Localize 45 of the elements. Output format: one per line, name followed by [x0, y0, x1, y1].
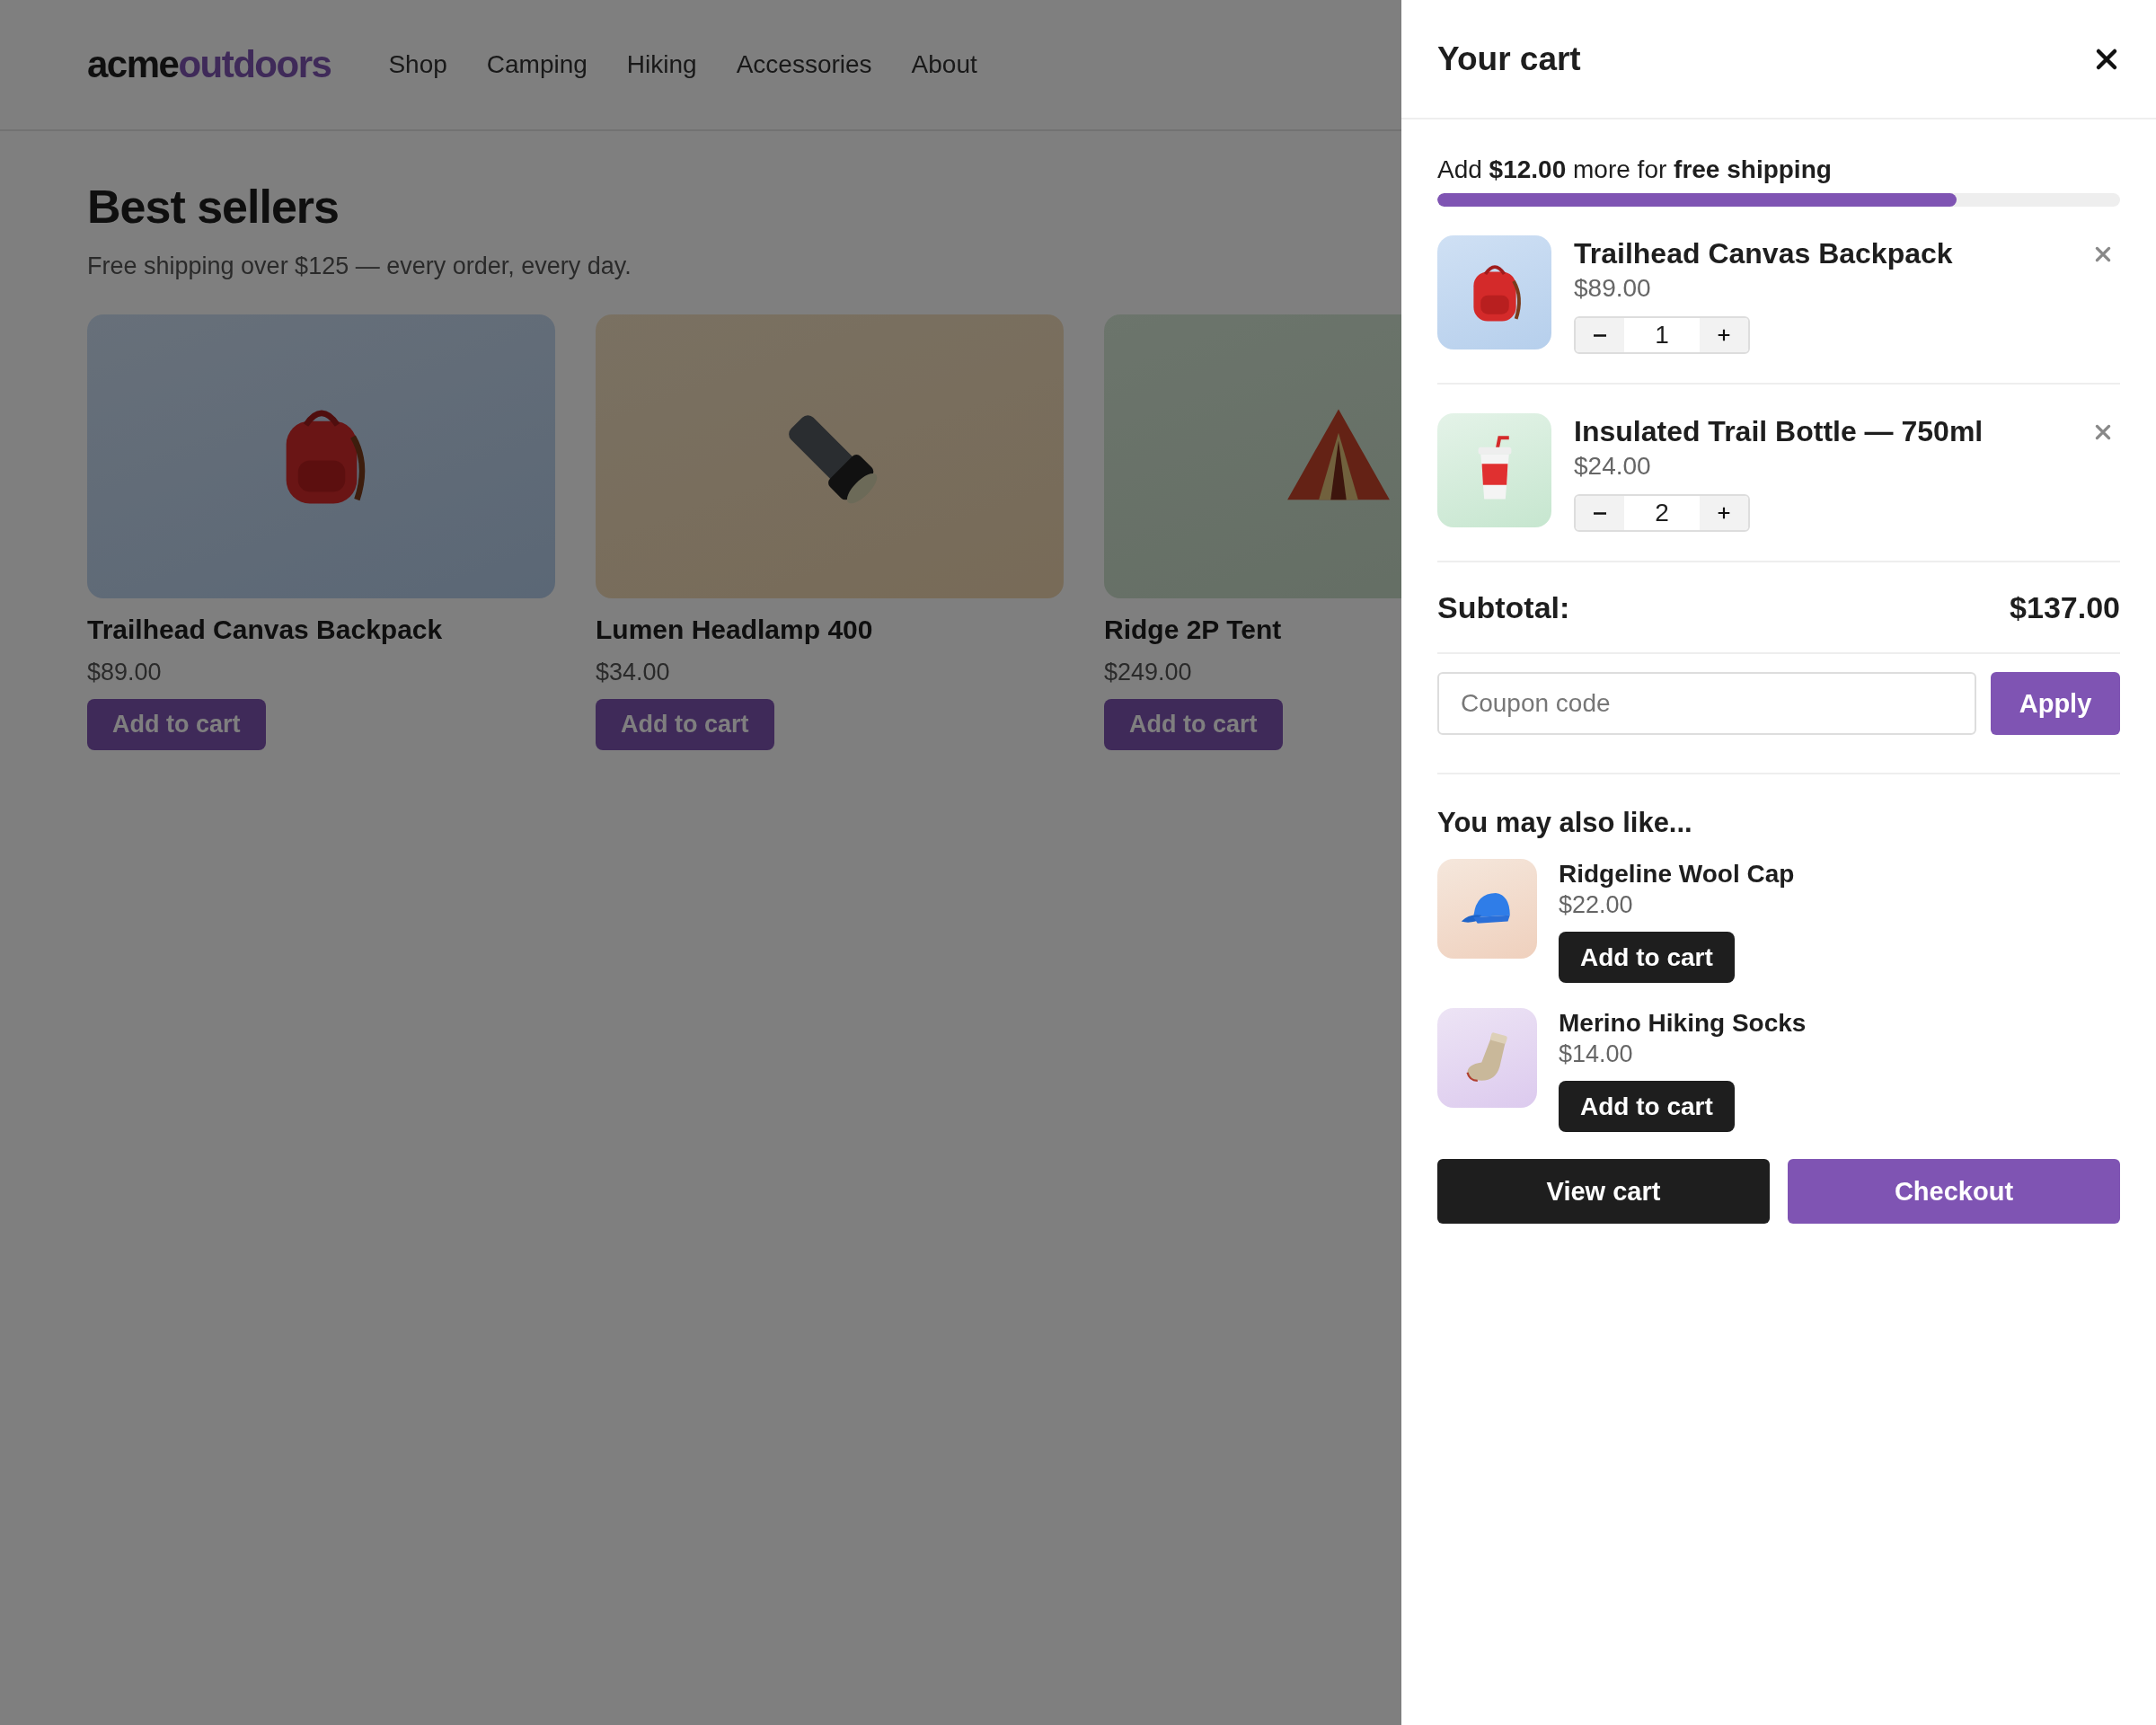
product-price: $34.00: [596, 658, 671, 687]
page-heading: Best sellers: [87, 180, 340, 234]
product-name: Trailhead Canvas Backpack: [87, 614, 444, 646]
nav-link[interactable]: Shop: [388, 50, 447, 79]
nav-link[interactable]: Accessories: [736, 50, 872, 79]
add-to-cart-button[interactable]: Add to cart: [1559, 932, 1735, 983]
apply-button[interactable]: Apply: [1991, 672, 2120, 735]
item-price: $89.00: [1574, 273, 1652, 304]
add-to-cart-button[interactable]: Add to cart: [1104, 699, 1283, 750]
decrease-button[interactable]: [1576, 496, 1624, 530]
plus-icon: [1716, 505, 1732, 521]
backdrop-overlay[interactable]: [0, 0, 1401, 1725]
logo[interactable]: acmeoutdoors: [87, 43, 331, 86]
item-price: $22.00: [1559, 890, 1634, 920]
product-price: $249.00: [1104, 658, 1193, 687]
item-name: Merino Hiking Socks: [1559, 1008, 1807, 1039]
nav-link[interactable]: Camping: [486, 50, 588, 79]
item-price: $24.00: [1574, 451, 1652, 482]
increase-button[interactable]: [1700, 318, 1748, 352]
add-to-cart-button[interactable]: Add to cart: [596, 699, 774, 750]
plus-icon: [1716, 327, 1732, 343]
product-name: Ridge 2P Tent: [1104, 614, 1283, 646]
minus-icon: [1593, 333, 1607, 337]
nav-link[interactable]: Hiking: [626, 50, 697, 79]
product-price: $89.00: [87, 658, 163, 687]
add-to-cart-button[interactable]: Add to cart: [87, 699, 266, 750]
item-name: Trailhead Canvas Backpack: [1574, 236, 1954, 271]
item-price: $14.00: [1559, 1039, 1634, 1069]
checkout-button[interactable]: Checkout: [1788, 1159, 2120, 1224]
nav-link[interactable]: About: [911, 50, 977, 79]
subtotal-label: Subtotal:: [1437, 589, 1570, 626]
coupon-field[interactable]: Coupon code: [1437, 672, 1976, 735]
product-name: Lumen Headlamp 400: [596, 614, 874, 646]
subtotal-value: $137.00: [2010, 589, 2120, 626]
minus-icon: [1593, 511, 1607, 515]
section-heading: You may also like...: [1437, 806, 1693, 840]
add-to-cart-button[interactable]: Add to cart: [1559, 1081, 1735, 1132]
increase-button[interactable]: [1700, 496, 1748, 530]
view-cart-button[interactable]: View cart: [1437, 1159, 1770, 1224]
shipping-message: Add $12.00 more for free shipping: [1437, 155, 1833, 185]
item-name: Ridgeline Wool Cap: [1559, 859, 1795, 889]
decrease-button[interactable]: [1576, 318, 1624, 352]
page-subtitle: Free shipping over $125 — every order, every day.: [87, 252, 632, 281]
drawer-title: Your cart: [1437, 40, 1581, 78]
item-name: Insulated Trail Bottle — 750ml: [1574, 414, 1984, 449]
